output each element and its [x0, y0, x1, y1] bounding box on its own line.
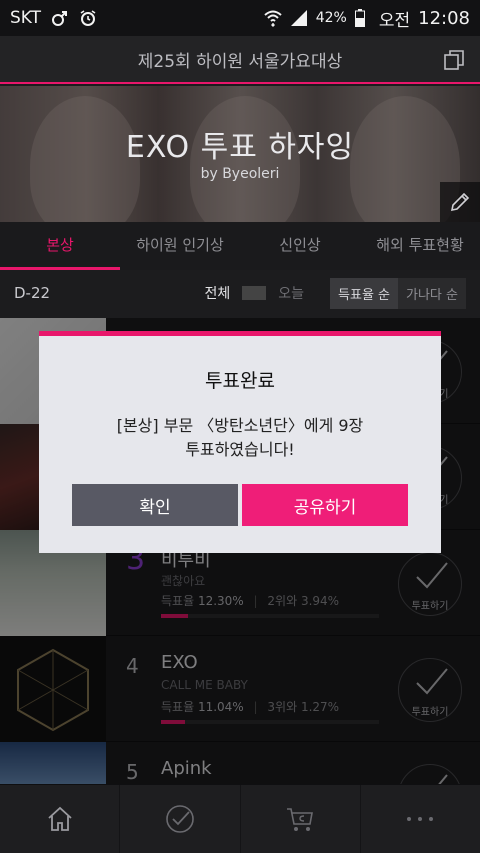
clock: 12:08 — [418, 7, 470, 29]
category-tabs: 본상 하이원 인기상 신인상 해외 투표현황 — [0, 222, 480, 270]
app-bar: 제25회 하이원 서울가요대상 — [0, 36, 480, 84]
tab-rookie-award[interactable]: 신인상 — [240, 222, 360, 270]
bottom-nav — [0, 784, 480, 853]
dialog-message-line2: 투표하였습니다! — [185, 440, 295, 459]
tab-overseas-status[interactable]: 해외 투표현황 — [360, 222, 480, 270]
wifi-icon — [264, 10, 282, 27]
dialog-title: 투표완료 — [205, 370, 275, 392]
dialog-message-line1: [본상] 부문 〈방탄소년단〉에게 9장 — [116, 416, 364, 435]
hero-banner: EXO 투표 하자잉 by Byeoleri — [0, 86, 480, 222]
hero-subtitle: by Byeoleri — [200, 166, 280, 182]
more-icon — [407, 817, 434, 821]
tab-popularity-award[interactable]: 하이원 인기상 — [120, 222, 240, 270]
status-bar: SKT 42% 오전 12:08 — [0, 0, 480, 36]
filter-row: D-22 전체 오늘 득표율 순 가나다 순 — [0, 270, 480, 316]
copy-icon[interactable] — [442, 48, 466, 72]
nav-shop[interactable] — [241, 785, 361, 853]
battery-icon — [354, 9, 365, 27]
cart-icon — [287, 808, 314, 831]
tab-main-award[interactable]: 본상 — [0, 222, 120, 270]
pencil-icon — [450, 192, 470, 212]
male-symbol-icon — [52, 11, 68, 26]
nav-vote[interactable] — [120, 785, 241, 853]
app-screen: SKT 42% 오전 12:08 제25회 하이원 서울가요대상 EXO 투표 … — [0, 0, 480, 853]
period-all[interactable]: 전체 — [193, 283, 243, 303]
home-icon — [48, 806, 72, 831]
sort-by-name[interactable]: 가나다 순 — [398, 277, 466, 309]
dday-counter: D-22 — [14, 284, 51, 302]
confirm-button[interactable]: 확인 — [72, 484, 238, 526]
carrier-label: SKT — [10, 8, 42, 28]
period-today[interactable]: 오늘 — [266, 283, 316, 303]
vote-complete-dialog: 투표완료 [본상] 부문 〈방탄소년단〉에게 9장 투표하였습니다! 확인 공유… — [39, 331, 441, 553]
hero-title: EXO 투표 하자잉 — [125, 130, 355, 165]
signal-icon — [290, 10, 307, 26]
nav-more[interactable] — [361, 785, 480, 853]
alarm-icon — [80, 10, 96, 26]
app-title: 제25회 하이원 서울가요대상 — [137, 51, 343, 72]
edit-button[interactable] — [440, 182, 480, 222]
sort-toggle: 득표율 순 가나다 순 — [330, 277, 466, 309]
period-toggle: 전체 오늘 — [193, 283, 317, 303]
share-button[interactable]: 공유하기 — [242, 484, 408, 526]
ampm-label: 오전 — [378, 10, 411, 31]
check-circle-icon — [166, 805, 194, 833]
nav-home[interactable] — [0, 785, 121, 853]
sort-by-rate[interactable]: 득표율 순 — [330, 277, 399, 309]
battery-percent: 42% — [315, 10, 347, 26]
dialog-message: [본상] 부문 〈방탄소년단〉에게 9장 투표하였습니다! — [39, 414, 441, 462]
